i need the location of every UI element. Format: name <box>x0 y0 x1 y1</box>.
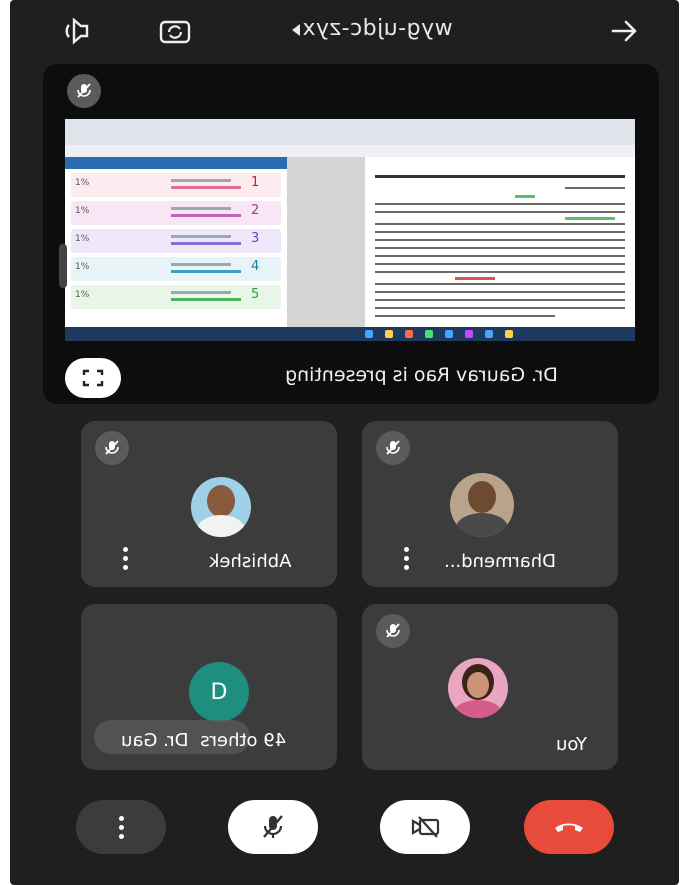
mic-off-icon <box>67 74 101 108</box>
meet-window: wyg-ujdc-zyx 1 1% 2 1% 3 1% 4 1% 5 1% Dr… <box>10 0 679 885</box>
row-number: 2 <box>251 203 260 218</box>
mic-off-icon <box>263 815 283 838</box>
back-arrow-icon[interactable] <box>608 14 642 48</box>
camera-off-icon <box>411 816 440 838</box>
panel-row: 4 1% <box>71 257 281 281</box>
fullscreen-button[interactable] <box>65 358 121 398</box>
panel-row: 2 1% <box>71 201 281 225</box>
row-number: 1 <box>251 175 260 190</box>
row-score: 1% <box>75 262 90 272</box>
shared-taskbar <box>65 327 635 341</box>
participant-name: Dr. Gau <box>121 730 189 751</box>
browser-address-bar <box>65 145 635 157</box>
panel-row: 3 1% <box>71 229 281 253</box>
participant-name: Abhishek <box>209 551 292 572</box>
dropdown-icon[interactable] <box>292 24 300 36</box>
more-options-button[interactable] <box>76 800 166 854</box>
row-score: 1% <box>75 290 90 300</box>
meeting-code[interactable]: wyg-ujdc-zyx <box>302 16 453 41</box>
more-options-button[interactable] <box>396 543 416 573</box>
panel-header <box>65 157 287 169</box>
row-number: 3 <box>251 231 260 246</box>
participant-name: Dharmend... <box>444 551 556 572</box>
shared-screen: 1 1% 2 1% 3 1% 4 1% 5 1% <box>65 119 635 341</box>
top-bar: wyg-ujdc-zyx <box>10 0 679 62</box>
more-options-button[interactable] <box>115 543 135 573</box>
avatar <box>191 477 251 537</box>
row-score: 1% <box>75 234 90 244</box>
switch-camera-icon[interactable] <box>158 14 192 48</box>
others-count: 49 others <box>200 730 287 751</box>
kebab-icon <box>118 815 124 839</box>
side-handle[interactable] <box>59 244 67 288</box>
row-score: 1% <box>75 206 90 216</box>
presenting-label: Dr. Gaurav Rao is presenting <box>285 364 558 386</box>
fullscreen-icon <box>82 369 104 387</box>
mic-off-icon <box>95 431 129 465</box>
avatar-letter: D <box>189 662 249 722</box>
participant-tile-abhishek[interactable]: Abhishek <box>81 421 337 587</box>
hang-up-icon <box>555 823 583 832</box>
avatar <box>450 473 514 537</box>
avatar <box>448 658 508 718</box>
participant-tile-you[interactable]: You <box>362 604 618 770</box>
participant-name: You <box>556 734 588 755</box>
presenting-bar: Dr. Gaurav Rao is presenting <box>43 350 659 404</box>
mic-off-icon <box>376 614 410 648</box>
browser-tab-bar <box>65 119 635 145</box>
participant-tile-others[interactable]: D 49 others Dr. Gau <box>81 604 337 770</box>
participant-tile-dharmend[interactable]: Dharmend... <box>362 421 618 587</box>
microphone-toggle-button[interactable] <box>228 800 318 854</box>
row-score: 1% <box>75 178 90 188</box>
mic-off-icon <box>376 431 410 465</box>
presentation-tile[interactable]: 1 1% 2 1% 3 1% 4 1% 5 1% Dr. Gaurav Rao … <box>43 64 659 404</box>
shared-side-panel: 1 1% 2 1% 3 1% 4 1% 5 1% <box>65 157 288 327</box>
speaker-icon[interactable] <box>58 14 92 48</box>
shared-viewer-gutter <box>287 157 365 327</box>
end-call-button[interactable] <box>524 800 614 854</box>
camera-toggle-button[interactable] <box>380 800 470 854</box>
panel-row: 1 1% <box>71 173 281 197</box>
others-label-wrap: 49 others Dr. Gau <box>121 730 286 751</box>
row-number: 4 <box>251 259 260 274</box>
shared-document <box>365 157 635 327</box>
row-number: 5 <box>251 287 260 302</box>
panel-row: 5 1% <box>71 285 281 309</box>
